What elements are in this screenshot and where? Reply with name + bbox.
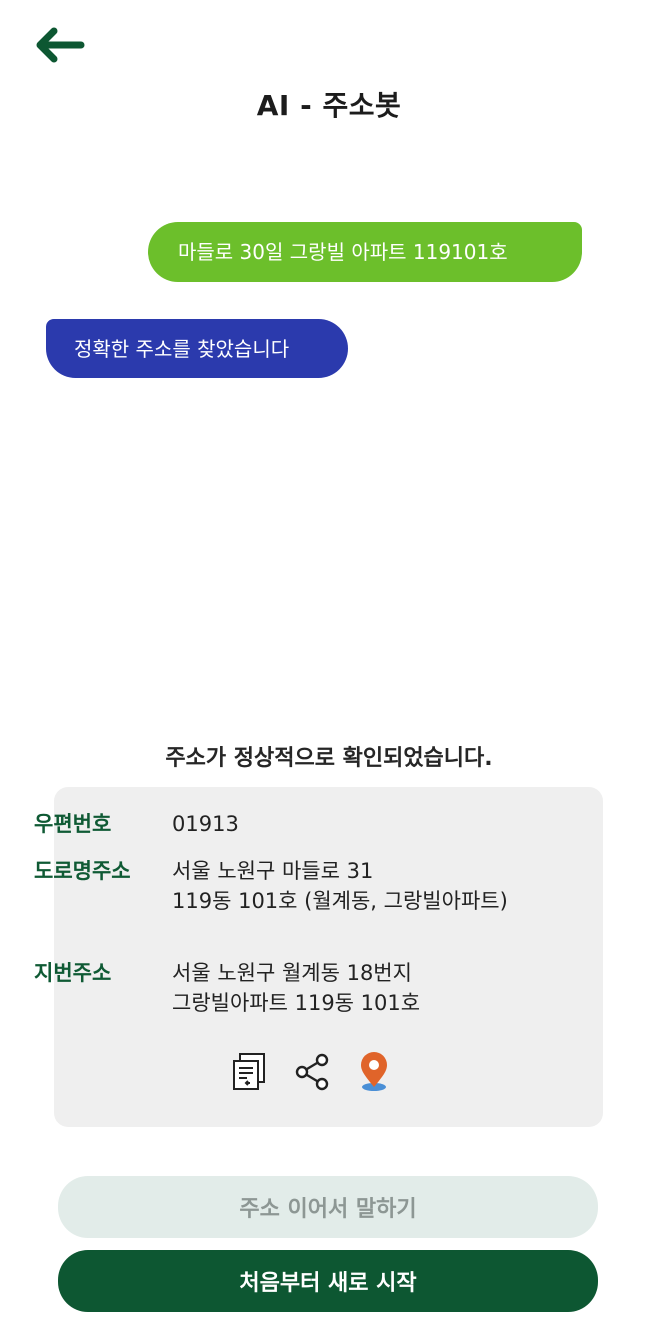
restart-button[interactable]: 처음부터 새로 시작	[58, 1250, 598, 1312]
share-icon	[295, 1053, 329, 1091]
bot-message-bubble: 정확한 주소를 찾았습니다	[46, 319, 348, 378]
arrow-left-icon	[36, 27, 85, 63]
user-message-text: 마들로 30일 그랑빌 아파트 119101호	[178, 240, 508, 264]
postal-code-value: 01913	[172, 812, 239, 836]
bot-message-text: 정확한 주소를 찾았습니다	[74, 336, 290, 361]
share-button[interactable]	[292, 1050, 332, 1094]
road-address-label: 도로명주소	[34, 859, 131, 883]
page-title: AI - 주소봇	[256, 89, 402, 122]
address-actions	[230, 1050, 394, 1094]
back-button[interactable]	[28, 22, 90, 68]
road-address-line-1: 서울 노원구 마들로 31	[172, 859, 374, 883]
copy-button[interactable]	[230, 1050, 270, 1094]
map-pin-icon	[361, 1052, 387, 1091]
map-button[interactable]	[354, 1050, 394, 1094]
jibun-address-line-2: 그랑빌아파트 119동 101호	[172, 991, 421, 1015]
road-address-value: 서울 노원구 마들로 31 119동 101호 (월계동, 그랑빌아파트)	[172, 856, 508, 916]
postal-code-label: 우편번호	[34, 812, 112, 836]
confirmation-message: 주소가 정상적으로 확인되었습니다.	[165, 746, 493, 771]
copy-icon	[233, 1053, 265, 1090]
road-address-line-2: 119동 101호 (월계동, 그랑빌아파트)	[172, 889, 508, 913]
user-message-bubble: 마들로 30일 그랑빌 아파트 119101호	[148, 222, 582, 282]
jibun-address-value: 서울 노원구 월계동 18번지 그랑빌아파트 119동 101호	[172, 958, 420, 1018]
jibun-address-line-1: 서울 노원구 월계동 18번지	[172, 961, 412, 985]
jibun-address-label: 지번주소	[34, 961, 112, 985]
continue-speaking-button[interactable]: 주소 이어서 말하기	[58, 1176, 598, 1238]
